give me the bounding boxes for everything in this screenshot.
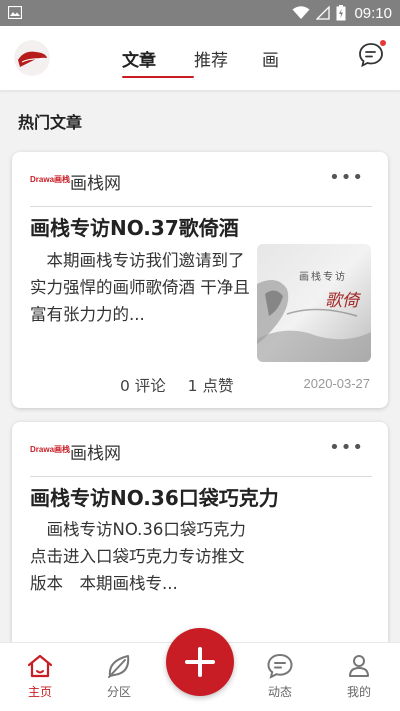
article-stats: 0 评论 1 点赞 <box>120 374 233 396</box>
leaf-icon <box>108 655 130 678</box>
nav-home-label: 主页 <box>27 685 52 699</box>
article-excerpt: 本期画栈专访我们邀请到了 实力强悍的画师歌倚酒 干净且富有张力力的... <box>30 251 250 324</box>
nav-category-label: 分区 <box>106 685 131 699</box>
person-icon <box>349 655 369 677</box>
more-options-icon[interactable]: ••• <box>329 439 364 457</box>
divider <box>30 206 372 207</box>
status-time: 09:10 <box>354 4 392 22</box>
top-tabs: 文章 推荐 画 <box>122 46 302 78</box>
thumbnail-name: 歌倚 <box>325 291 359 311</box>
signal-icon <box>316 6 331 20</box>
like-count[interactable]: 1 点赞 <box>188 377 234 395</box>
article-title[interactable]: 画栈专访NO.36口袋巧克力 <box>30 482 279 511</box>
nav-feed[interactable]: 动态 <box>250 653 310 700</box>
nav-category[interactable]: 分区 <box>89 653 149 700</box>
app-header: 文章 推荐 画 <box>0 26 400 91</box>
nav-profile[interactable]: 我的 <box>329 653 389 700</box>
more-options-icon[interactable]: ••• <box>329 169 364 187</box>
battery-icon <box>336 5 346 21</box>
divider <box>30 476 372 477</box>
article-title[interactable]: 画栈专访NO.37歌倚酒 <box>30 212 239 241</box>
message-icon <box>359 43 383 68</box>
source-name[interactable]: 画栈网 <box>70 439 121 464</box>
article-excerpt: 画栈专访NO.36口袋巧克力 点击进入口袋巧克力专访推文版本 本期画栈专... <box>30 520 246 593</box>
home-icon <box>27 654 53 678</box>
article-thumbnail[interactable]: 画栈专访 歌倚 <box>257 244 371 362</box>
source-logo: Drawa画栈 <box>30 175 71 184</box>
article-card[interactable]: Drawa画栈 画栈网 ••• 画栈专访NO.37歌倚酒 本期画栈专访我们邀请到… <box>12 152 388 408</box>
source-name[interactable]: 画栈网 <box>70 169 121 194</box>
thumbnail-caption: 画栈专访 <box>299 272 347 283</box>
article-date: 2020-03-27 <box>303 376 371 391</box>
comment-count[interactable]: 0 评论 <box>120 377 166 395</box>
image-icon <box>8 6 22 19</box>
status-bar: 09:10 <box>0 0 400 26</box>
app-logo[interactable] <box>14 40 50 76</box>
message-button[interactable] <box>358 40 386 68</box>
tab-recommend[interactable]: 推荐 <box>194 46 262 71</box>
nav-profile-label: 我的 <box>346 685 371 699</box>
notification-dot <box>380 40 386 46</box>
plus-icon <box>185 647 215 677</box>
source-logo: Drawa画栈 <box>30 445 71 454</box>
nav-home[interactable]: 主页 <box>10 653 70 700</box>
create-post-button[interactable] <box>166 628 234 696</box>
wifi-icon <box>292 6 310 19</box>
chat-icon <box>267 653 293 679</box>
section-title: 热门文章 <box>18 113 83 132</box>
tab-articles[interactable]: 文章 <box>122 46 194 78</box>
nav-feed-label: 动态 <box>267 685 292 699</box>
tab-draw[interactable]: 画 <box>262 46 302 71</box>
